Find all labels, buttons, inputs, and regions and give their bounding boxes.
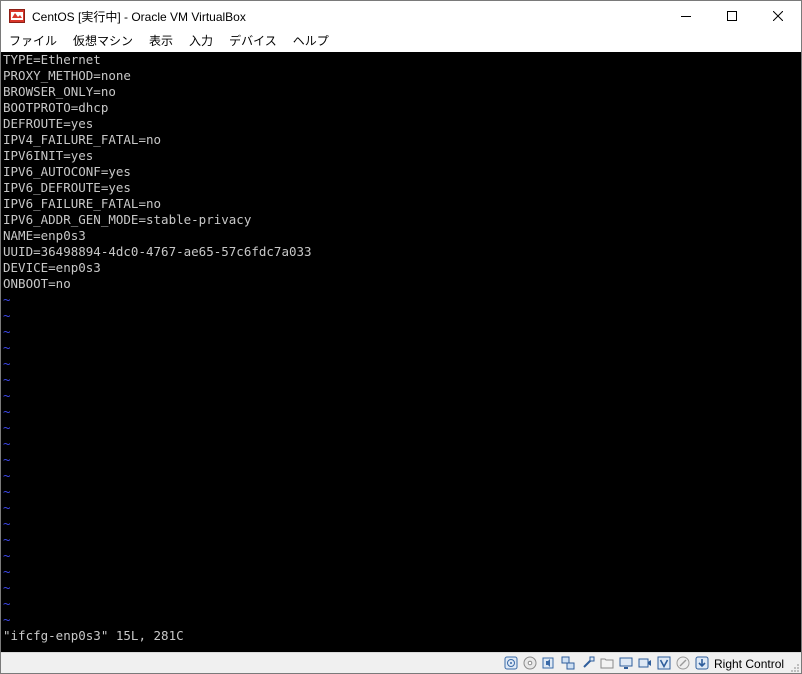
usb-icon[interactable] — [581, 656, 595, 670]
display-icon[interactable] — [619, 656, 633, 670]
vi-status-line: "ifcfg-enp0s3" 15L, 281C — [3, 628, 184, 643]
terminal-line: TYPE=Ethernet — [3, 52, 101, 67]
status-bar: Right Control — [1, 652, 801, 673]
terminal-line: IPV6_AUTOCONF=yes — [3, 164, 131, 179]
minimize-icon — [681, 16, 691, 17]
menu-bar: ファイル 仮想マシン 表示 入力 デバイス ヘルプ — [1, 31, 801, 52]
menu-file[interactable]: ファイル — [1, 31, 65, 52]
maximize-icon — [727, 11, 737, 21]
terminal-line: PROXY_METHOD=none — [3, 68, 131, 83]
menu-view[interactable]: 表示 — [141, 31, 181, 52]
menu-devices[interactable]: デバイス — [221, 31, 285, 52]
tilde-marker: ~ — [3, 452, 11, 467]
terminal-line: DEFROUTE=yes — [3, 116, 94, 131]
terminal-line: IPV6_DEFROUTE=yes — [3, 180, 131, 195]
mouse-integration-icon[interactable] — [676, 656, 690, 670]
menu-help[interactable]: ヘルプ — [285, 31, 337, 52]
virtualization-icon[interactable] — [657, 656, 671, 670]
tilde-marker: ~ — [3, 404, 11, 419]
terminal-line: IPV6_ADDR_GEN_MODE=stable-privacy — [3, 212, 252, 227]
tilde-marker: ~ — [3, 532, 11, 547]
recording-icon[interactable] — [638, 656, 652, 670]
terminal-line: IPV4_FAILURE_FATAL=no — [3, 132, 162, 147]
host-key-label: Right Control — [714, 657, 785, 671]
tilde-marker: ~ — [3, 500, 11, 515]
hard-disk-icon[interactable] — [504, 656, 518, 670]
tilde-marker: ~ — [3, 436, 11, 451]
tilde-marker: ~ — [3, 372, 11, 387]
tilde-marker: ~ — [3, 564, 11, 579]
virtualbox-window: CentOS [実行中] - Oracle VM VirtualBox ファイル… — [0, 0, 802, 674]
close-button[interactable] — [755, 1, 801, 31]
maximize-button[interactable] — [709, 1, 755, 31]
tilde-marker: ~ — [3, 356, 11, 371]
terminal-line: ONBOOT=no — [3, 276, 71, 291]
tilde-marker: ~ — [3, 548, 11, 563]
tilde-marker: ~ — [3, 324, 11, 339]
shared-folders-icon[interactable] — [600, 656, 614, 670]
optical-drive-icon[interactable] — [523, 656, 537, 670]
tilde-marker: ~ — [3, 340, 11, 355]
tilde-marker: ~ — [3, 580, 11, 595]
menu-input[interactable]: 入力 — [181, 31, 221, 52]
title-bar[interactable]: CentOS [実行中] - Oracle VM VirtualBox — [1, 1, 801, 31]
terminal-line: BOOTPROTO=dhcp — [3, 100, 109, 115]
tilde-marker: ~ — [3, 420, 11, 435]
terminal-line: UUID=36498894-4dc0-4767-ae65-57c6fdc7a03… — [3, 244, 312, 259]
tilde-marker: ~ — [3, 308, 11, 323]
audio-icon[interactable] — [542, 656, 556, 670]
keyboard-capture-icon[interactable] — [695, 656, 709, 670]
vm-console-screen[interactable]: TYPE=Ethernet PROXY_METHOD=none BROWSER_… — [1, 52, 801, 652]
close-icon — [773, 11, 783, 21]
tilde-marker: ~ — [3, 292, 11, 307]
tilde-marker: ~ — [3, 468, 11, 483]
virtualbox-icon — [9, 9, 25, 23]
tilde-marker: ~ — [3, 596, 11, 611]
tilde-marker: ~ — [3, 612, 11, 627]
network-icon[interactable] — [561, 656, 575, 670]
menu-machine[interactable]: 仮想マシン — [65, 31, 141, 52]
terminal-line: BROWSER_ONLY=no — [3, 84, 116, 99]
tilde-marker: ~ — [3, 516, 11, 531]
window-title: CentOS [実行中] - Oracle VM VirtualBox — [32, 10, 246, 24]
terminal-line: NAME=enp0s3 — [3, 228, 86, 243]
resize-grip-icon[interactable] — [790, 663, 800, 673]
terminal-line: DEVICE=enp0s3 — [3, 260, 101, 275]
minimize-button[interactable] — [663, 1, 709, 31]
terminal-line: IPV6_FAILURE_FATAL=no — [3, 196, 162, 211]
tilde-marker: ~ — [3, 484, 11, 499]
terminal-line: IPV6INIT=yes — [3, 148, 94, 163]
tilde-marker: ~ — [3, 388, 11, 403]
